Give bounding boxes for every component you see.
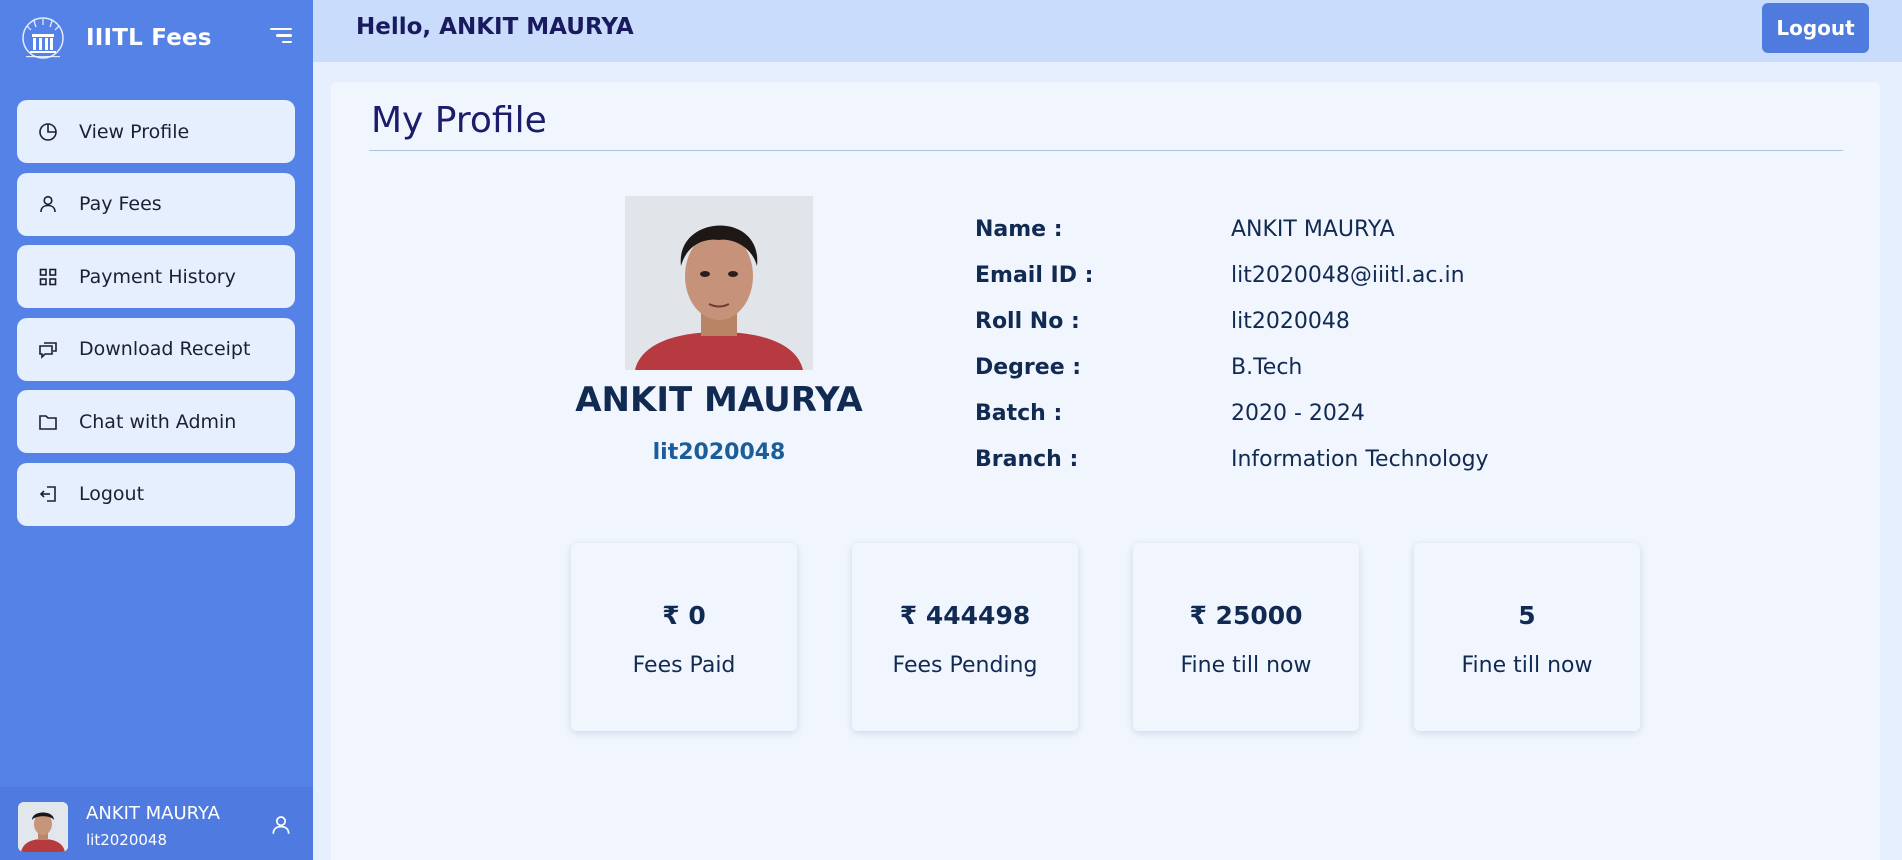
detail-label: Batch : xyxy=(975,400,1063,426)
footer-user-name: ANKIT MAURYA xyxy=(86,803,220,824)
pie-chart-icon xyxy=(37,121,59,143)
stat-label: Fine till now xyxy=(1180,653,1312,678)
detail-row-email: Email ID : lit2020048@iiitl.ac.in xyxy=(975,252,1489,298)
sidebar-item-logout[interactable]: Logout xyxy=(17,462,295,526)
footer-user-roll: lit2020048 xyxy=(86,831,168,849)
avatar xyxy=(18,802,68,852)
folder-icon xyxy=(37,411,59,433)
stat-value: 5 xyxy=(1518,601,1536,630)
menu-toggle-icon[interactable] xyxy=(270,28,292,48)
stat-card-fine: ₹ 25000 Fine till now xyxy=(1133,543,1359,731)
sidebar-user-footer: ANKIT MAURYA lit2020048 xyxy=(0,787,313,860)
detail-value: lit2020048@iiitl.ac.in xyxy=(1231,262,1465,288)
detail-value: B.Tech xyxy=(1231,354,1303,380)
sidebar-item-chat-with-admin[interactable]: Chat with Admin xyxy=(17,390,295,453)
logout-icon xyxy=(37,483,59,505)
chat-icon xyxy=(37,338,59,360)
stat-value: ₹ 444498 xyxy=(899,601,1031,630)
sidebar-nav: View Profile Pay Fees Payment History Do… xyxy=(17,100,295,535)
stat-value: ₹ 25000 xyxy=(1189,601,1303,630)
profile-details: Name : ANKIT MAURYA Email ID : lit202004… xyxy=(975,206,1489,482)
logout-button[interactable]: Logout xyxy=(1762,3,1869,53)
sidebar-item-label: Logout xyxy=(79,483,145,505)
top-bar: Hello, ANKIT MAURYA Logout xyxy=(313,0,1902,62)
detail-label: Degree : xyxy=(975,354,1082,380)
detail-value: ANKIT MAURYA xyxy=(1231,216,1395,242)
stat-label: Fine till now xyxy=(1461,653,1593,678)
sidebar-item-label: Pay Fees xyxy=(79,193,162,215)
sidebar-item-label: Download Receipt xyxy=(79,338,251,360)
sidebar-item-download-receipt[interactable]: Download Receipt xyxy=(17,317,295,381)
divider xyxy=(369,150,1843,151)
user-icon xyxy=(37,193,59,215)
stat-card-fees-pending: ₹ 444498 Fees Pending xyxy=(852,543,1078,731)
stat-value: ₹ 0 xyxy=(662,601,706,630)
detail-label: Branch : xyxy=(975,446,1079,472)
brand-title: IIITL Fees xyxy=(86,25,212,51)
detail-value: lit2020048 xyxy=(1231,308,1350,334)
detail-label: Name : xyxy=(975,216,1063,242)
greeting: Hello, ANKIT MAURYA xyxy=(356,14,634,40)
detail-row-name: Name : ANKIT MAURYA xyxy=(975,206,1489,252)
profile-photo xyxy=(625,196,813,370)
stat-card-fees-paid: ₹ 0 Fees Paid xyxy=(571,543,797,731)
profile-roll: lit2020048 xyxy=(652,440,786,465)
iiitl-logo xyxy=(22,17,64,59)
profile-panel: My Profile ANKIT MAURYA lit2020048 Name … xyxy=(331,82,1880,860)
sidebar-item-view-profile[interactable]: View Profile xyxy=(17,100,295,163)
sidebar-item-pay-fees[interactable]: Pay Fees xyxy=(17,172,295,236)
detail-row-branch: Branch : Information Technology xyxy=(975,436,1489,482)
profile-name: ANKIT MAURYA xyxy=(575,380,863,420)
sidebar-item-payment-history[interactable]: Payment History xyxy=(17,245,295,308)
sidebar-item-label: Chat with Admin xyxy=(79,410,237,433)
detail-value: 2020 - 2024 xyxy=(1231,400,1365,426)
detail-row-degree: Degree : B.Tech xyxy=(975,344,1489,390)
user-icon[interactable] xyxy=(270,813,292,837)
sidebar-item-label: Payment History xyxy=(79,265,236,288)
page-title: My Profile xyxy=(371,100,547,141)
sidebar: IIITL Fees View Profile Pay Fees Payment… xyxy=(0,0,313,860)
stat-label: Fees Paid xyxy=(632,653,736,678)
detail-row-roll: Roll No : lit2020048 xyxy=(975,298,1489,344)
stat-card-fine-count: 5 Fine till now xyxy=(1414,543,1640,731)
sidebar-item-label: View Profile xyxy=(79,120,190,143)
detail-row-batch: Batch : 2020 - 2024 xyxy=(975,390,1489,436)
grid-icon xyxy=(37,266,59,288)
detail-label: Roll No : xyxy=(975,308,1080,334)
brand[interactable]: IIITL Fees xyxy=(18,16,212,60)
detail-label: Email ID : xyxy=(975,262,1094,288)
stat-label: Fees Pending xyxy=(892,653,1038,678)
detail-value: Information Technology xyxy=(1231,446,1489,472)
